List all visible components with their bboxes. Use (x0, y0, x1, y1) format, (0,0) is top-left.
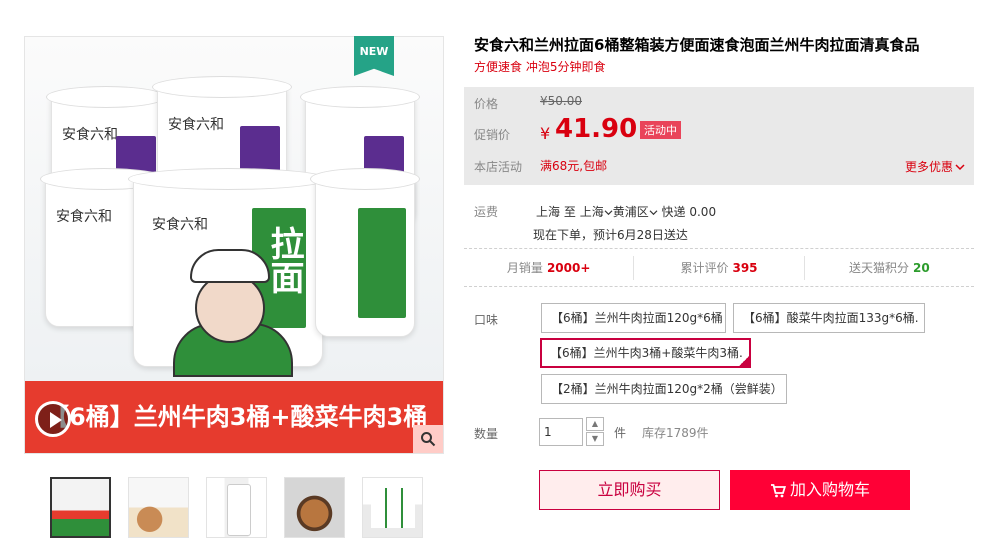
flavor-option-beef-6[interactable]: 【6桶】兰州牛肉拉面120g*6桶 (541, 303, 726, 333)
quantity-decrease-icon[interactable]: ▼ (586, 432, 604, 446)
chevron-down-icon (955, 164, 965, 171)
stock-count: 库存1789件 (642, 426, 709, 440)
noodle-cup-front-right (310, 168, 420, 337)
buy-now-button[interactable]: 立即购买 (539, 470, 720, 510)
shipping-info: 上海 至 上海 黄浦区 快递 0.00 (536, 203, 716, 220)
zoom-icon[interactable] (413, 425, 443, 453)
cart-icon (770, 484, 786, 498)
divider (464, 248, 974, 249)
promo-price: 41.90 (555, 114, 638, 144)
shipping-label: 运费 (474, 205, 499, 219)
ship-to-word: 至 (563, 205, 576, 219)
thumbnail-strip (50, 477, 423, 538)
flavor-option-pickled-6[interactable]: 【6桶】酸菜牛肉拉面133g*6桶. (733, 303, 925, 333)
chevron-down-icon (649, 210, 658, 216)
chef-mascot-hat (190, 249, 270, 283)
flavor-option-beef-2[interactable]: 【2桶】兰州牛肉拉面120g*2桶（尝鲜装） (541, 374, 787, 404)
quantity-label: 数量 (474, 427, 499, 441)
monthly-sales: 月销量 2000+ (464, 256, 635, 280)
selected-check-icon (739, 356, 749, 366)
product-title: 安食六和兰州拉面6桶整箱装方便面速食泡面兰州牛肉拉面清真食品 (474, 36, 920, 54)
shop-activity-label: 本店活动 (474, 160, 523, 174)
tmall-points: 送天猫积分 20 (848, 261, 930, 275)
ship-to-city-select[interactable]: 上海 (580, 205, 613, 219)
quantity-unit: 件 (614, 426, 627, 440)
currency-symbol: ¥ (540, 124, 551, 143)
shop-activity[interactable]: 满68元,包邮 (540, 157, 607, 174)
thumbnail-3[interactable] (206, 477, 267, 538)
thumbnail-4[interactable] (284, 477, 345, 538)
ship-from: 上海 (536, 205, 561, 219)
sales-stats: 月销量 2000+ 累计评价 395 送天猫积分 20 (464, 256, 974, 280)
total-reviews[interactable]: 累计评价 395 (634, 256, 805, 280)
original-price: ¥50.00 (540, 94, 582, 108)
quantity-input[interactable] (539, 418, 583, 446)
more-offers-link[interactable]: 更多优惠 (905, 158, 965, 175)
chevron-down-icon (604, 210, 613, 216)
add-to-cart-button[interactable]: 加入购物车 (730, 470, 910, 510)
quantity-increase-icon[interactable]: ▲ (586, 417, 604, 431)
flavor-option-mixed-6[interactable]: 【6桶】兰州牛肉3桶+酸菜牛肉3桶. (540, 338, 751, 368)
play-video-icon[interactable] (35, 401, 71, 437)
price-label: 价格 (474, 97, 499, 111)
divider (464, 286, 974, 287)
delivery-estimate: 现在下单，预计6月28日送达 (533, 228, 688, 242)
thumbnail-1[interactable] (50, 477, 111, 538)
flavor-label: 口味 (474, 313, 499, 327)
product-subtitle: 方便速食 冲泡5分钟即食 (474, 60, 606, 74)
ship-to-district-select[interactable]: 黄浦区 (613, 205, 658, 219)
chef-mascot-face (195, 273, 265, 343)
thumbnail-5[interactable] (362, 477, 423, 538)
product-photo: 安食六和 安食六和 安食六和 安食六和 拉面 (25, 37, 443, 382)
main-product-image[interactable]: 安食六和 安食六和 安食六和 安食六和 拉面 【6桶】兰州牛肉3桶+酸菜牛肉3桶 (24, 36, 444, 454)
promo-price-label: 促销价 (474, 128, 511, 142)
shipping-method: 快递 0.00 (661, 205, 717, 219)
promo-banner: 【6桶】兰州牛肉3桶+酸菜牛肉3桶 (25, 381, 443, 453)
promo-status-badge: 活动中 (640, 121, 681, 139)
thumbnail-2[interactable] (128, 477, 189, 538)
